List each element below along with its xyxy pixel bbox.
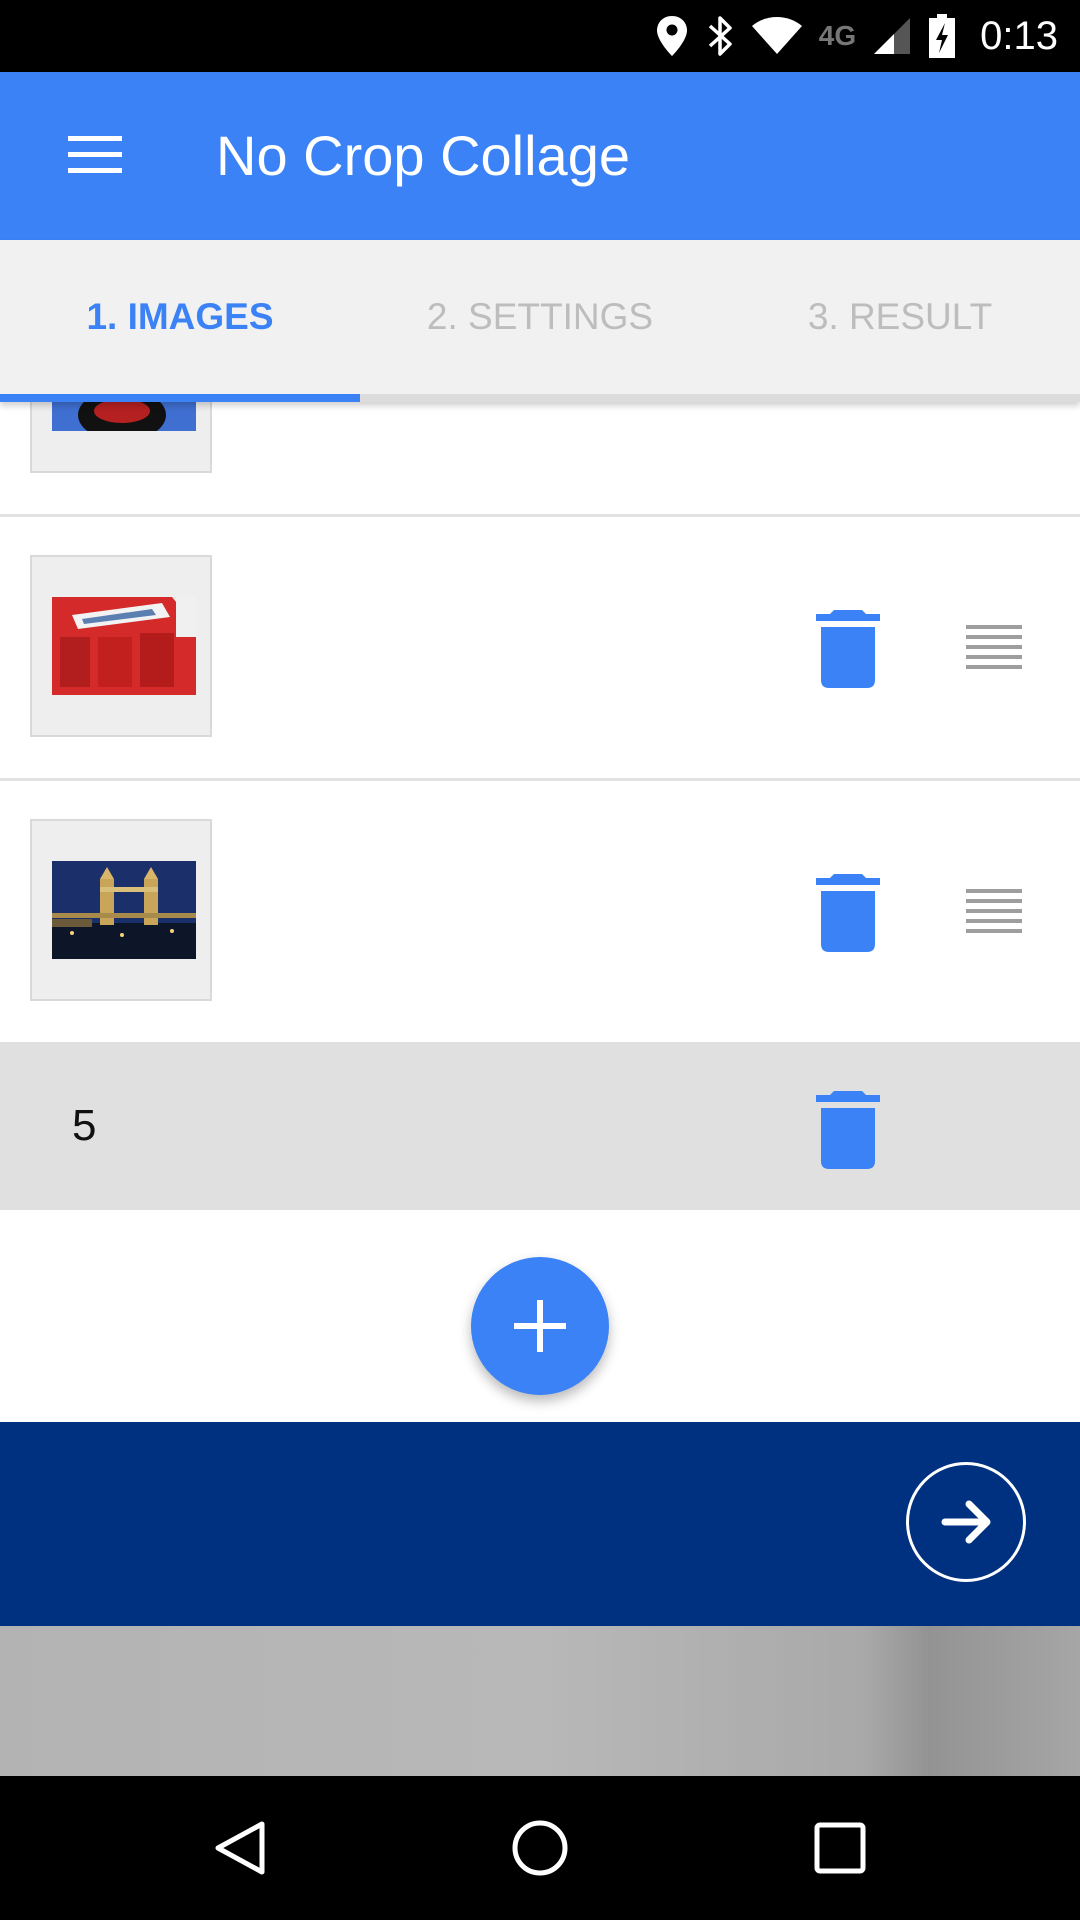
bottom-action-bar: [0, 1422, 1080, 1626]
location-icon: [656, 16, 687, 56]
cell-signal-icon: [874, 18, 911, 54]
placeholder-number: 5: [72, 1101, 97, 1150]
menu-icon[interactable]: [52, 122, 132, 188]
next-button[interactable]: [906, 1462, 1026, 1582]
app-bar: No Crop Collage: [0, 72, 1080, 240]
tab-bar: 1. IMAGES 2. SETTINGS 3. RESULT: [0, 240, 1080, 402]
trash-icon[interactable]: [816, 610, 880, 688]
tab-settings[interactable]: 2. SETTINGS: [360, 240, 720, 394]
system-nav-bar: [0, 1776, 1080, 1920]
recents-icon[interactable]: [810, 1818, 870, 1878]
home-icon[interactable]: [510, 1818, 570, 1878]
status-bar: 4G 0:13: [0, 0, 1080, 72]
image-list-item[interactable]: [0, 781, 1080, 1042]
add-image-button[interactable]: [471, 1257, 609, 1395]
image-thumbnail: [52, 402, 196, 431]
status-time: 0:13: [980, 13, 1058, 58]
plus-icon: [514, 1300, 566, 1352]
tab-images[interactable]: 1. IMAGES: [0, 240, 360, 394]
image-list-item[interactable]: [0, 517, 1080, 781]
battery-charging-icon: [929, 14, 956, 58]
image-thumbnail: [52, 597, 196, 695]
image-thumbnail: [52, 861, 196, 959]
image-list-item[interactable]: [0, 402, 1080, 517]
thumbnail-frame: [30, 555, 212, 737]
wifi-icon: [751, 17, 802, 54]
drag-handle-icon[interactable]: [966, 625, 1022, 671]
drag-handle-icon[interactable]: [966, 889, 1022, 935]
image-list[interactable]: 5: [0, 402, 1080, 1420]
network-type-label: 4G: [818, 20, 857, 51]
trash-icon[interactable]: [816, 1091, 880, 1169]
thumbnail-frame: [30, 402, 212, 473]
trash-icon[interactable]: [816, 874, 880, 952]
bluetooth-icon: [708, 16, 732, 56]
app-title: No Crop Collage: [216, 124, 630, 187]
tab-indicator: [0, 394, 360, 402]
banner-area: [0, 1626, 1080, 1776]
tab-result[interactable]: 3. RESULT: [720, 240, 1080, 394]
back-icon[interactable]: [210, 1818, 270, 1878]
status-icons: 4G 0:13: [655, 0, 1058, 72]
thumbnail-frame: [30, 819, 212, 1001]
arrow-right-icon: [941, 1500, 991, 1544]
drag-placeholder-row: 5: [0, 1042, 1080, 1210]
